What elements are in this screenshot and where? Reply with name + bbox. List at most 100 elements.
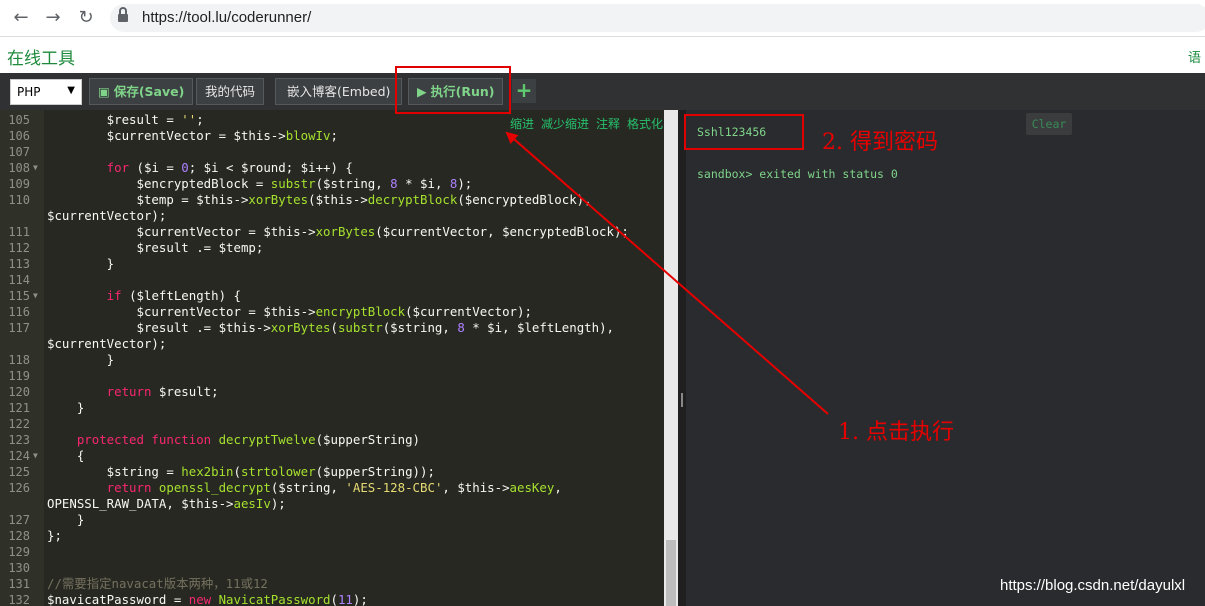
code-token: 11 — [337, 592, 353, 606]
annotation-step2: 2. 得到密码 — [822, 130, 938, 155]
code-text: protected function decryptTwelve($upperS… — [47, 432, 420, 448]
code-token: ; — [330, 128, 338, 143]
line-number: 118 — [8, 353, 30, 367]
code-text: } — [47, 352, 114, 368]
site-title[interactable]: 在线工具 — [7, 44, 75, 69]
line-number: 114 — [8, 273, 30, 287]
code-token: }; — [47, 528, 62, 543]
code-text: $result = ''; — [47, 112, 204, 128]
line-number: 109 — [8, 177, 30, 191]
code-token: 'AES-128-CBC' — [345, 480, 443, 495]
code-token: ( — [233, 464, 241, 479]
line-number: 111 — [8, 225, 30, 239]
code-token: ); — [457, 176, 473, 191]
arrow-left-icon[interactable]: ← — [10, 7, 32, 29]
my-code-button[interactable]: 我的代码 — [196, 78, 265, 105]
code-editor[interactable]: 105 $result = ''; 106 $currentVector = $t… — [0, 110, 680, 606]
output-panel: Sshl123456 sandbox> exited with status 0 — [686, 110, 1205, 606]
code-token: if — [47, 288, 122, 303]
code-token: $currentVector = $this-> — [47, 128, 286, 143]
line-number: 124 — [8, 449, 30, 463]
line-number: 108 — [8, 161, 30, 175]
code-token: //需要指定navacat版本两种，11或12 — [47, 576, 268, 591]
code-text: for ($i = 0; $i < $round; $i++) { — [47, 160, 353, 176]
pane-splitter[interactable] — [678, 110, 686, 606]
lock-icon — [118, 7, 128, 24]
format-link[interactable]: 格式化 — [627, 117, 663, 131]
annotation-step1: 1. 点击执行 — [838, 420, 954, 445]
clear-button[interactable]: Clear — [1026, 113, 1072, 135]
line-number: 116 — [8, 305, 30, 319]
line-number: 129 — [8, 545, 30, 559]
line-number: 115 — [8, 289, 30, 303]
code-token: 0 — [181, 160, 189, 175]
code-token: substr — [337, 320, 383, 335]
outdent-link[interactable]: 减少缩进 — [541, 117, 589, 131]
code-token: for — [47, 160, 130, 175]
reload-icon[interactable]: ↻ — [75, 7, 97, 29]
editor-scrollbar-thumb[interactable] — [666, 540, 676, 606]
indent-link[interactable]: 缩进 — [510, 117, 534, 131]
line-number: 131 — [8, 577, 30, 591]
fold-toggle-icon[interactable]: ▼ — [33, 448, 38, 464]
fold-toggle-icon[interactable]: ▼ — [33, 288, 38, 304]
browser-toolbar: ← → ↻ https://tool.lu/coderunner/ — [0, 0, 1205, 37]
code-text: OPENSSL_RAW_DATA, $this->aesIv); — [47, 496, 286, 512]
my-code-button-label: 我的代码 — [205, 84, 256, 99]
line-number: 122 — [8, 417, 30, 431]
code-text: } — [47, 400, 84, 416]
code-token: ($string, — [315, 176, 391, 191]
code-token: ( — [330, 320, 338, 335]
editor-actions: 缩进 减少缩进 注释 格式化 — [510, 115, 670, 132]
line-number: 105 — [8, 113, 30, 127]
url-text[interactable]: https://tool.lu/coderunner/ — [142, 9, 311, 26]
watermark: https://blog.csdn.net/dayulxl — [1000, 577, 1186, 594]
code-text: $navicatPassword = new NavicatPassword(1… — [47, 592, 368, 606]
code-token: strtolower — [240, 464, 316, 479]
code-token: $currentVector = $this-> — [47, 224, 316, 239]
code-text: return openssl_decrypt($string, 'AES-128… — [47, 480, 562, 496]
code-token: } — [47, 512, 85, 527]
code-token: substr — [270, 176, 316, 191]
code-token: { — [47, 448, 85, 463]
code-token: ; — [196, 112, 204, 127]
code-token: ($leftLength) { — [121, 288, 241, 303]
code-text: if ($leftLength) { — [47, 288, 241, 304]
code-token: xorBytes — [315, 224, 376, 239]
code-token: blowIv — [285, 128, 331, 143]
save-button[interactable]: ▣ 保存(Save) — [89, 78, 194, 105]
embed-button[interactable]: 嵌入博客(Embed) — [275, 78, 403, 105]
code-token: ( — [330, 592, 338, 606]
output-status: sandbox> exited with status 0 — [697, 167, 898, 181]
code-text: //需要指定navacat版本两种，11或12 — [47, 576, 268, 592]
password-highlight-box — [684, 114, 804, 150]
language-select[interactable]: PHP ▼ — [10, 79, 82, 105]
comment-link[interactable]: 注释 — [596, 117, 620, 131]
code-token: , $this-> — [442, 480, 510, 495]
code-text: return $result; — [47, 384, 219, 400]
run-highlight-box — [395, 66, 511, 114]
code-token: ($i = — [129, 160, 182, 175]
code-token: decryptTwelve — [218, 432, 316, 447]
code-token: * $i, — [397, 176, 450, 191]
add-file-button[interactable]: + — [512, 79, 536, 103]
code-token: $currentVector); — [47, 336, 167, 351]
editor-scrollbar[interactable] — [664, 110, 678, 606]
arrow-right-icon[interactable]: → — [42, 7, 64, 29]
language-link[interactable]: 语 — [1188, 47, 1201, 66]
code-token: $currentVector = $this-> — [47, 304, 316, 319]
site-header: 在线工具 语 — [0, 37, 1205, 73]
line-number: 112 — [8, 241, 30, 255]
line-number: 126 — [8, 481, 30, 495]
fold-toggle-icon[interactable]: ▼ — [33, 160, 38, 176]
line-number: 120 — [8, 385, 30, 399]
code-text: $temp = $this->xorBytes($this->decryptBl… — [47, 192, 592, 208]
line-number: 125 — [8, 465, 30, 479]
code-token: OPENSSL_RAW_DATA, $this-> — [47, 496, 234, 511]
code-token: ($encryptedBlock), — [457, 192, 592, 207]
code-token: $encryptedBlock = — [47, 176, 271, 191]
drag-handle-icon — [681, 393, 683, 407]
floppy-disk-icon: ▣ — [98, 84, 110, 99]
code-token: ($string, — [270, 480, 346, 495]
code-token: } — [47, 256, 115, 271]
